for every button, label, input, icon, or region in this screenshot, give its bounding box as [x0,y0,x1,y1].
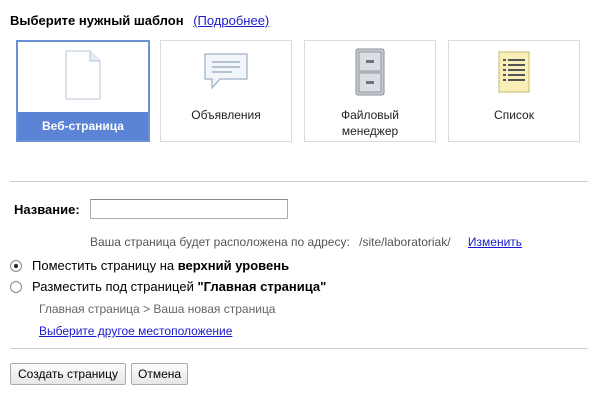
option-label: Разместить под страницей "Главная страни… [32,279,326,294]
heading-text: Выберите нужный шаблон [10,13,184,28]
list-sheet-icon [498,51,530,93]
address-hint: Ваша страница будет расположена по адрес… [90,235,522,249]
option-label: Поместить страницу на верхний уровень [32,258,289,273]
option-bold: "Главная страница" [197,279,327,294]
divider [10,181,588,182]
change-address-link[interactable]: Изменить [468,235,522,249]
template-file-manager[interactable]: Файловый менеджер [304,40,436,142]
radio-under-page[interactable] [10,280,22,293]
option-text: Поместить страницу на [32,258,178,273]
template-label-line2: менеджер [341,124,399,138]
divider [10,348,588,349]
choose-location-link[interactable]: Выберите другое местоположение [39,324,232,338]
name-label: Название: [14,202,80,217]
cancel-button[interactable]: Отмена [131,363,188,385]
document-icon [65,50,101,100]
template-label: Веб-страница [18,112,148,140]
option-text: Разместить под страницей [32,279,198,294]
page-name-input[interactable] [90,199,288,219]
speech-bubble-icon [204,53,248,90]
location-breadcrumb: Главная страница > Ваша новая страница [39,302,276,316]
template-list[interactable]: Список [448,40,580,142]
location-option-top-level[interactable]: Поместить страницу на верхний уровень [10,258,289,273]
radio-top-level[interactable] [10,259,22,272]
option-bold: верхний уровень [177,258,290,273]
template-label: Объявления [191,108,261,122]
file-cabinet-icon [355,48,385,96]
address-path: /site/laboratoriak/ [359,235,451,249]
template-label: Файловый менеджер [305,107,435,139]
more-info-link[interactable]: (Подробнее) [193,13,269,28]
page-title: Выберите нужный шаблон (Подробнее) [10,13,269,28]
create-page-button[interactable]: Создать страницу [10,363,126,385]
template-label-line1: Файловый [340,108,399,122]
template-label: Список [494,108,534,122]
location-option-under-page[interactable]: Разместить под страницей "Главная страни… [10,279,326,294]
template-announcements[interactable]: Объявления [160,40,292,142]
template-web-page[interactable]: Веб-страница [16,40,150,142]
address-text: Ваша страница будет расположена по адрес… [90,235,350,249]
